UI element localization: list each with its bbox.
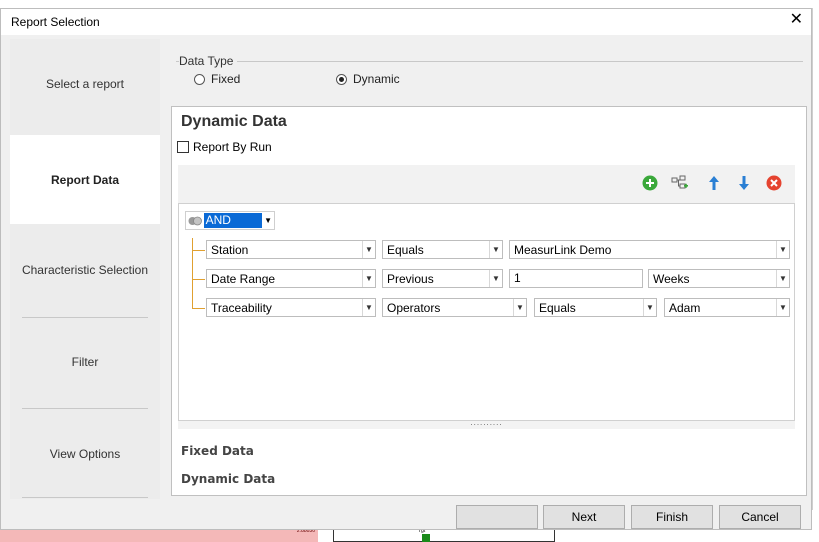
radio-dynamic[interactable]: Dynamic	[336, 72, 400, 86]
radio-fixed-circle[interactable]	[194, 73, 205, 85]
rule-field-value: Date Range	[211, 271, 276, 286]
nav-item-select-report[interactable]: Select a report	[10, 39, 160, 128]
rules-toolbar	[178, 165, 795, 203]
dynamic-data-section[interactable]: Dynamic Data	[181, 472, 275, 486]
rule-unit-value: Weeks	[653, 271, 690, 286]
chevron-down-icon[interactable]: ▼	[776, 241, 789, 258]
fixed-data-section[interactable]: Fixed Data	[181, 444, 254, 458]
dialog-title: Report Selection	[11, 15, 100, 29]
rule-unit-select[interactable]: Weeks ▼	[648, 269, 790, 288]
move-up-icon[interactable]	[704, 173, 724, 193]
delete-icon[interactable]	[764, 173, 784, 193]
chevron-down-icon[interactable]: ▼	[776, 270, 789, 287]
nav-item-report-data[interactable]: Report Data	[10, 135, 160, 224]
radio-fixed-label: Fixed	[211, 72, 241, 86]
rule-field-select[interactable]: Date Range ▼	[206, 269, 376, 288]
intersect-icon	[186, 212, 204, 229]
rule-operator2-value: Equals	[539, 300, 576, 315]
splitter-handle[interactable]: ..........	[178, 419, 795, 429]
chevron-down-icon[interactable]: ▼	[643, 299, 656, 316]
radio-dynamic-circle[interactable]	[336, 73, 347, 85]
tree-connector	[192, 250, 205, 251]
chevron-down-icon[interactable]: ▼	[262, 216, 274, 225]
chevron-down-icon[interactable]: ▼	[776, 299, 789, 316]
radio-dynamic-label: Dynamic	[353, 72, 400, 86]
rule-value: Adam	[669, 300, 701, 315]
chevron-down-icon[interactable]: ▼	[362, 299, 375, 316]
rule-field-value: Traceability	[211, 300, 272, 315]
rule-operator-select[interactable]: Operators ▼	[382, 298, 527, 317]
close-button[interactable]: ✕	[790, 12, 803, 28]
rule-value-input[interactable]: 1	[509, 269, 643, 288]
dynamic-data-title: Dynamic Data	[181, 113, 287, 130]
report-selection-dialog: Report Selection ✕ Select a report Repor…	[0, 8, 812, 530]
report-by-run-label: Report By Run	[193, 140, 272, 154]
rule-field-value: Station	[211, 242, 249, 257]
chevron-down-icon[interactable]: ▼	[489, 241, 502, 258]
background-app-edge	[812, 8, 819, 510]
radio-fixed[interactable]: Fixed	[194, 72, 240, 86]
back-button[interactable]	[456, 505, 538, 529]
chevron-down-icon[interactable]: ▼	[489, 270, 502, 287]
rule-field-select[interactable]: Traceability ▼	[206, 298, 376, 317]
wizard-nav: Select a report Report Data Characterist…	[10, 39, 160, 499]
next-button[interactable]: Next	[543, 505, 625, 529]
rule-operator-value: Operators	[387, 300, 441, 315]
data-type-group-line	[176, 61, 803, 62]
rule-field-select[interactable]: Station ▼	[206, 240, 376, 259]
cancel-button[interactable]: Cancel	[719, 505, 801, 529]
rule-value: MeasurLink Demo	[514, 242, 612, 257]
rule-value-select[interactable]: MeasurLink Demo ▼	[509, 240, 790, 259]
tree-connector	[192, 308, 205, 309]
move-down-icon[interactable]	[734, 173, 754, 193]
rule-operator-value: Previous	[387, 271, 434, 286]
tree-connector	[192, 279, 205, 280]
nav-divider	[22, 497, 148, 498]
data-type-legend: Data Type	[179, 54, 238, 68]
background-app-strip	[0, 0, 819, 8]
logic-operator-select[interactable]: AND ▼	[185, 211, 275, 230]
nav-item-characteristic-selection[interactable]: Characteristic Selection	[10, 225, 160, 314]
chevron-down-icon[interactable]: ▼	[513, 299, 526, 316]
tree-connector	[192, 238, 193, 308]
nav-item-filter[interactable]: Filter	[10, 317, 160, 406]
rule-operator2-select[interactable]: Equals ▼	[534, 298, 657, 317]
rule-operator-value: Equals	[387, 242, 424, 257]
report-by-run-row[interactable]: Report By Run	[177, 140, 272, 154]
rule-operator-select[interactable]: Previous ▼	[382, 269, 503, 288]
chevron-down-icon[interactable]: ▼	[362, 241, 375, 258]
report-by-run-checkbox[interactable]	[177, 141, 189, 153]
dialog-titlebar: Report Selection ✕	[1, 9, 811, 35]
rule-value-select[interactable]: Adam ▼	[664, 298, 790, 317]
nav-item-view-options[interactable]: View Options	[10, 409, 160, 498]
dynamic-data-panel: Dynamic Data Report By Run AND ▼ Station…	[171, 106, 807, 496]
add-icon[interactable]	[640, 173, 660, 193]
add-group-icon[interactable]	[670, 173, 690, 193]
logic-operator-value: AND	[203, 213, 263, 228]
finish-button[interactable]: Finish	[631, 505, 713, 529]
rules-area: AND ▼ Station ▼ Equals ▼ MeasurLink Demo…	[178, 203, 795, 421]
chevron-down-icon[interactable]: ▼	[362, 270, 375, 287]
rule-operator-select[interactable]: Equals ▼	[382, 240, 503, 259]
